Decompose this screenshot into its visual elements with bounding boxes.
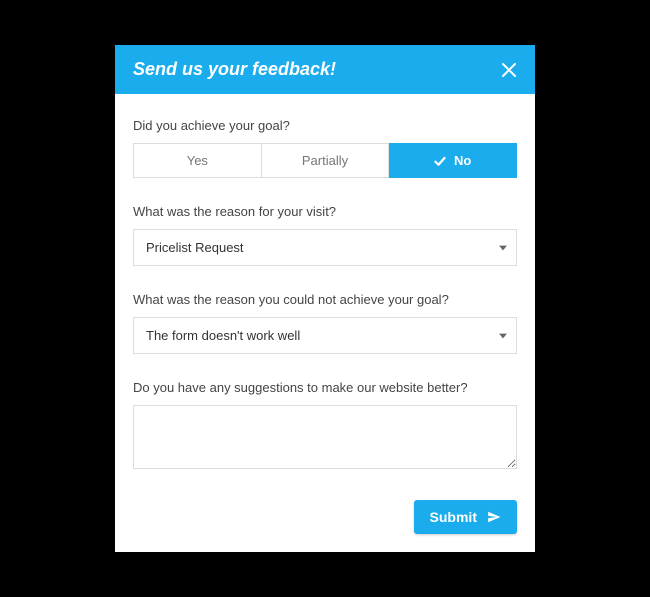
submit-button[interactable]: Submit bbox=[414, 500, 517, 534]
submit-label: Submit bbox=[430, 509, 477, 525]
option-partially[interactable]: Partially bbox=[262, 143, 390, 178]
modal-header: Send us your feedback! bbox=[115, 45, 535, 94]
option-label: No bbox=[454, 153, 471, 168]
modal-body: Did you achieve your goal? Yes Partially… bbox=[115, 94, 535, 552]
question-label: What was the reason for your visit? bbox=[133, 204, 517, 219]
reason-visit-select[interactable]: Pricelist Request bbox=[133, 229, 517, 266]
question-suggestions: Do you have any suggestions to make our … bbox=[133, 380, 517, 474]
option-label: Yes bbox=[187, 153, 208, 168]
suggestions-textarea[interactable] bbox=[133, 405, 517, 469]
select-value: Pricelist Request bbox=[133, 229, 517, 266]
paper-plane-icon bbox=[487, 510, 501, 524]
option-no[interactable]: No bbox=[389, 143, 517, 178]
modal-title: Send us your feedback! bbox=[133, 59, 336, 80]
feedback-modal: Send us your feedback! Did you achieve y… bbox=[115, 45, 535, 552]
question-reason-fail: What was the reason you could not achiev… bbox=[133, 292, 517, 354]
goal-options: Yes Partially No bbox=[133, 143, 517, 178]
close-icon bbox=[501, 62, 517, 78]
close-button[interactable] bbox=[501, 62, 517, 78]
reason-fail-select[interactable]: The form doesn't work well bbox=[133, 317, 517, 354]
check-icon bbox=[434, 155, 446, 167]
option-label: Partially bbox=[302, 153, 348, 168]
option-yes[interactable]: Yes bbox=[133, 143, 262, 178]
select-value: The form doesn't work well bbox=[133, 317, 517, 354]
question-label: Do you have any suggestions to make our … bbox=[133, 380, 517, 395]
modal-footer: Submit bbox=[133, 500, 517, 534]
question-label: Did you achieve your goal? bbox=[133, 118, 517, 133]
question-goal: Did you achieve your goal? Yes Partially… bbox=[133, 118, 517, 178]
question-label: What was the reason you could not achiev… bbox=[133, 292, 517, 307]
question-reason-visit: What was the reason for your visit? Pric… bbox=[133, 204, 517, 266]
